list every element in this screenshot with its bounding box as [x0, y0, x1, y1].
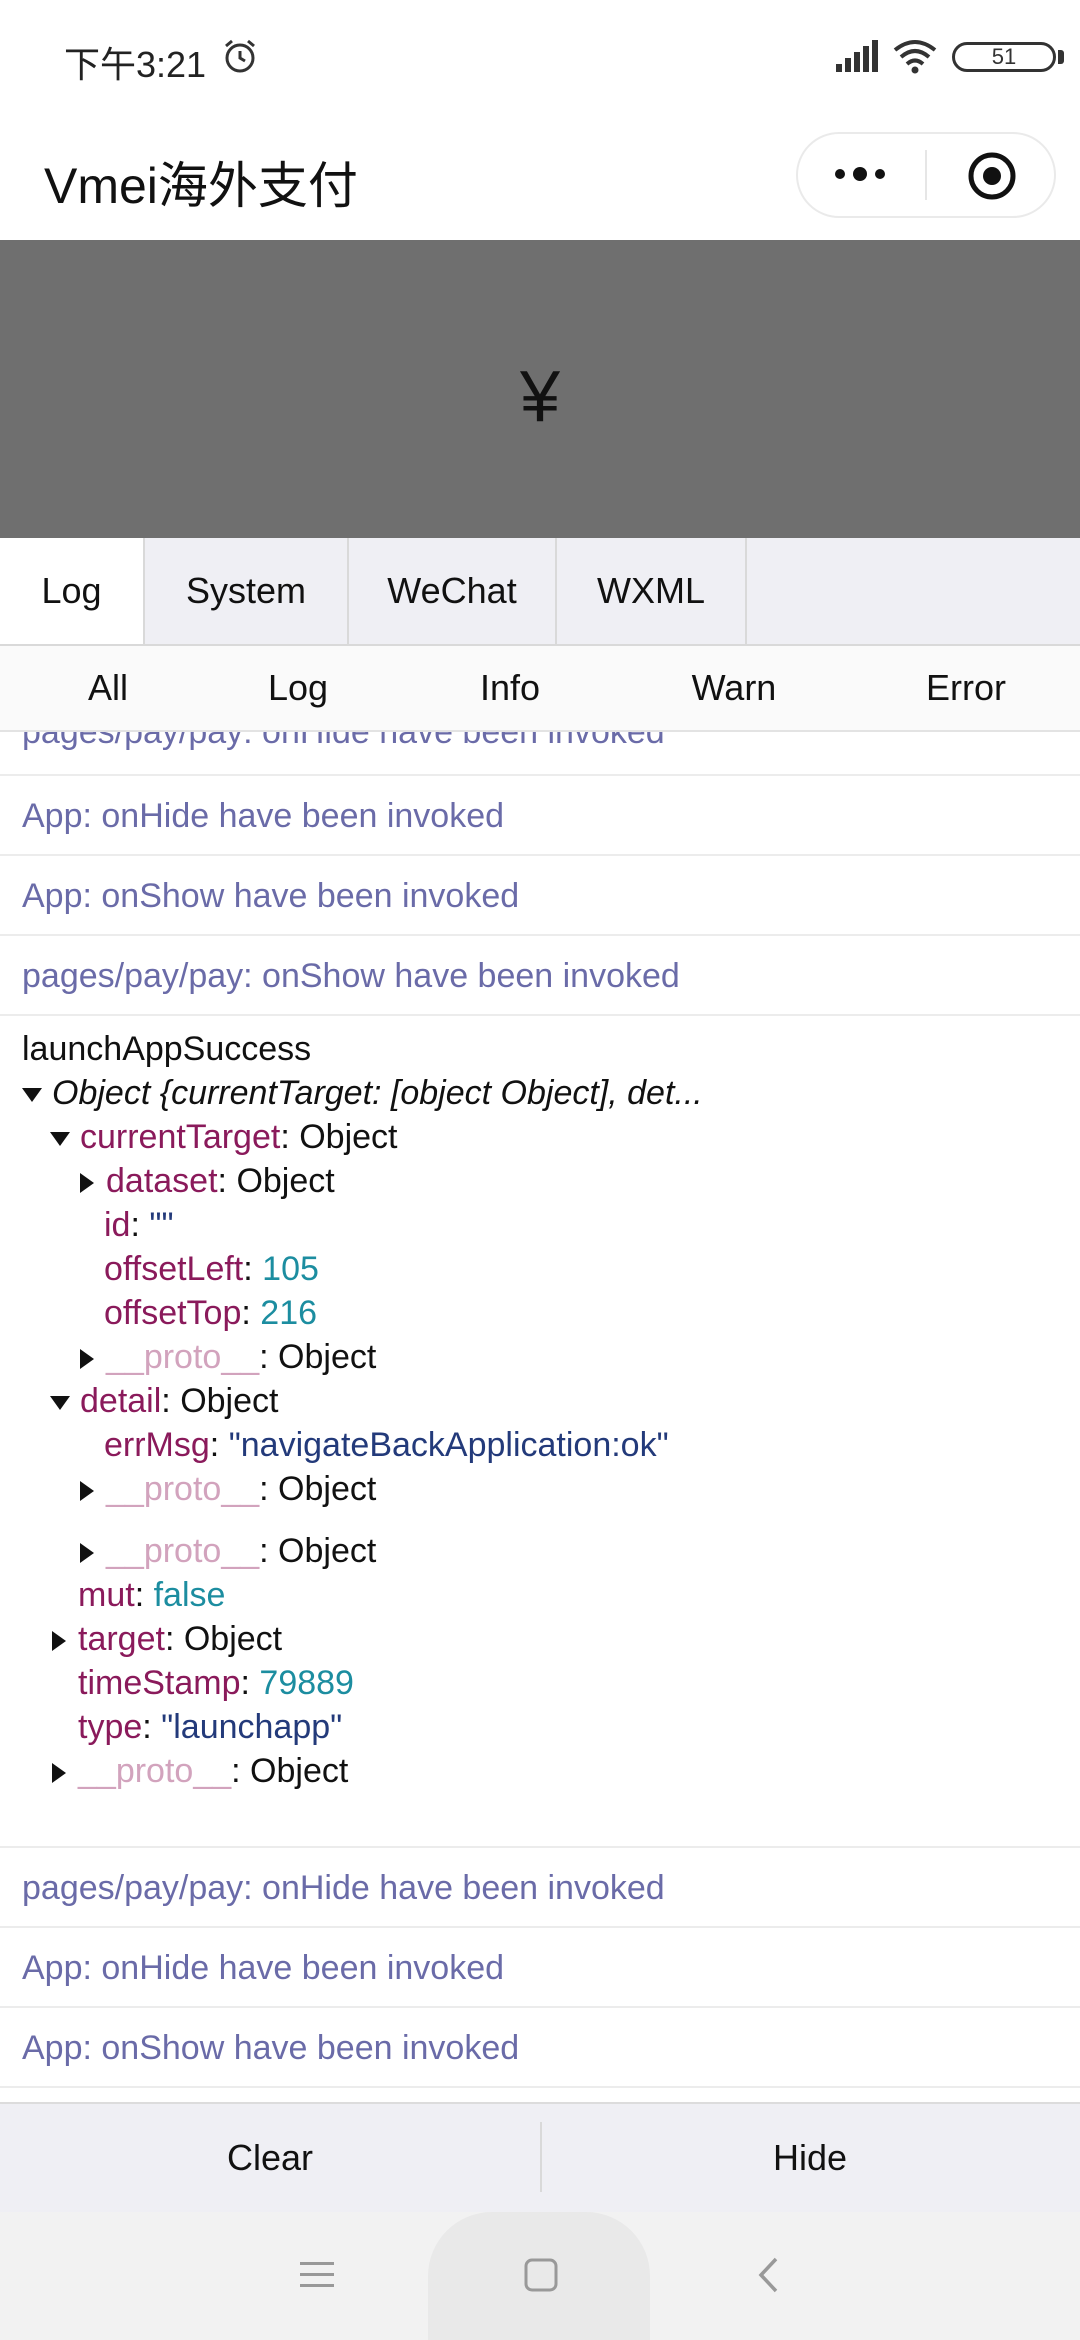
log-list-continued: __proto__: Object mut: false target: Obj… — [0, 1516, 1080, 2102]
filter-info[interactable]: Info — [402, 646, 618, 730]
object-summary[interactable]: Object {currentTarget: [object Object], … — [22, 1074, 703, 1113]
tree-node-mut: mut: false — [78, 1576, 226, 1614]
expand-icon — [50, 1132, 70, 1147]
tree-node-type: type: "launchapp" — [78, 1708, 343, 1746]
battery-indicator: 51 — [952, 42, 1056, 72]
tree-node-target[interactable]: target: Object — [52, 1620, 282, 1659]
log-item: App: onHide have been invoked — [0, 776, 1080, 856]
collapse-icon — [80, 1543, 94, 1564]
log-item: App: onShow have been invoked — [0, 2008, 1080, 2088]
filter-log[interactable]: Log — [190, 646, 406, 730]
tree-node-currenttarget[interactable]: currentTarget: Object — [50, 1118, 398, 1157]
tab-wxml[interactable]: WXML — [557, 538, 747, 644]
collapse-icon — [80, 1481, 94, 1502]
recent-apps-icon[interactable] — [300, 2260, 334, 2290]
log-item: pages/pay/pay: onHide have been invoked — [0, 732, 1080, 776]
hide-button[interactable]: Hide — [540, 2104, 1080, 2212]
log-item: pages/pay/pay: onShow have been invoked — [0, 936, 1080, 1016]
battery-level: 51 — [991, 44, 1017, 69]
tab-log[interactable]: Log — [0, 538, 145, 644]
filter-warn[interactable]: Warn — [626, 646, 842, 730]
clear-button[interactable]: Clear — [0, 2104, 540, 2212]
footer-divider — [540, 2122, 542, 2192]
log-item: App: onShow have been invoked — [0, 856, 1080, 936]
tree-node-id: id: "" — [104, 1206, 174, 1244]
console-tabs: Log System WeChat WXML — [0, 538, 1080, 646]
capsule-divider — [925, 150, 927, 200]
filter-error[interactable]: Error — [858, 646, 1074, 730]
wifi-icon — [893, 40, 937, 74]
tab-wechat[interactable]: WeChat — [349, 538, 557, 644]
alarm-icon — [225, 39, 255, 73]
status-time: 下午3:21 — [64, 44, 207, 85]
currency-symbol: ¥ — [519, 357, 561, 437]
expand-icon — [22, 1088, 42, 1103]
tree-node-proto[interactable]: __proto__: Object — [80, 1470, 376, 1509]
collapse-icon — [52, 1763, 66, 1784]
tab-system[interactable]: System — [145, 538, 349, 644]
tree-node-timestamp: timeStamp: 79889 — [78, 1664, 354, 1702]
signal-icon — [836, 40, 878, 72]
tree-node-detail[interactable]: detail: Object — [50, 1382, 278, 1421]
collapse-icon — [52, 1631, 66, 1652]
collapse-icon — [80, 1349, 94, 1370]
tree-node-proto[interactable]: __proto__: Object — [80, 1532, 376, 1571]
tree-node-proto[interactable]: __proto__: Object — [52, 1752, 348, 1791]
back-icon[interactable] — [756, 2256, 780, 2294]
log-item: App: onHide have been invoked — [0, 1928, 1080, 2008]
tree-node-errmsg: errMsg: "navigateBackApplication:ok" — [104, 1426, 669, 1464]
close-miniprogram-icon[interactable] — [966, 150, 1018, 202]
page-title: Vmei海外支付 — [44, 158, 358, 214]
object-log-item: launchAppSuccess Object {currentTarget: … — [0, 1016, 1080, 1580]
expand-icon — [50, 1396, 70, 1411]
more-icon[interactable] — [832, 164, 888, 184]
log-filter-tabs: All Log Info Warn Error — [0, 646, 1080, 732]
log-label: launchAppSuccess — [22, 1030, 312, 1068]
tree-node-dataset[interactable]: dataset: Object — [80, 1162, 335, 1201]
filter-all[interactable]: All — [0, 646, 216, 730]
tree-node-offsetleft: offsetLeft: 105 — [104, 1250, 319, 1288]
tree-node-offsettop: offsetTop: 216 — [104, 1294, 318, 1332]
tree-node-proto[interactable]: __proto__: Object — [80, 1338, 376, 1377]
home-icon[interactable] — [524, 2258, 558, 2292]
battery-tip — [1058, 50, 1064, 64]
collapse-icon — [80, 1173, 94, 1194]
log-item: pages/pay/pay: onHide have been invoked — [0, 1848, 1080, 1928]
